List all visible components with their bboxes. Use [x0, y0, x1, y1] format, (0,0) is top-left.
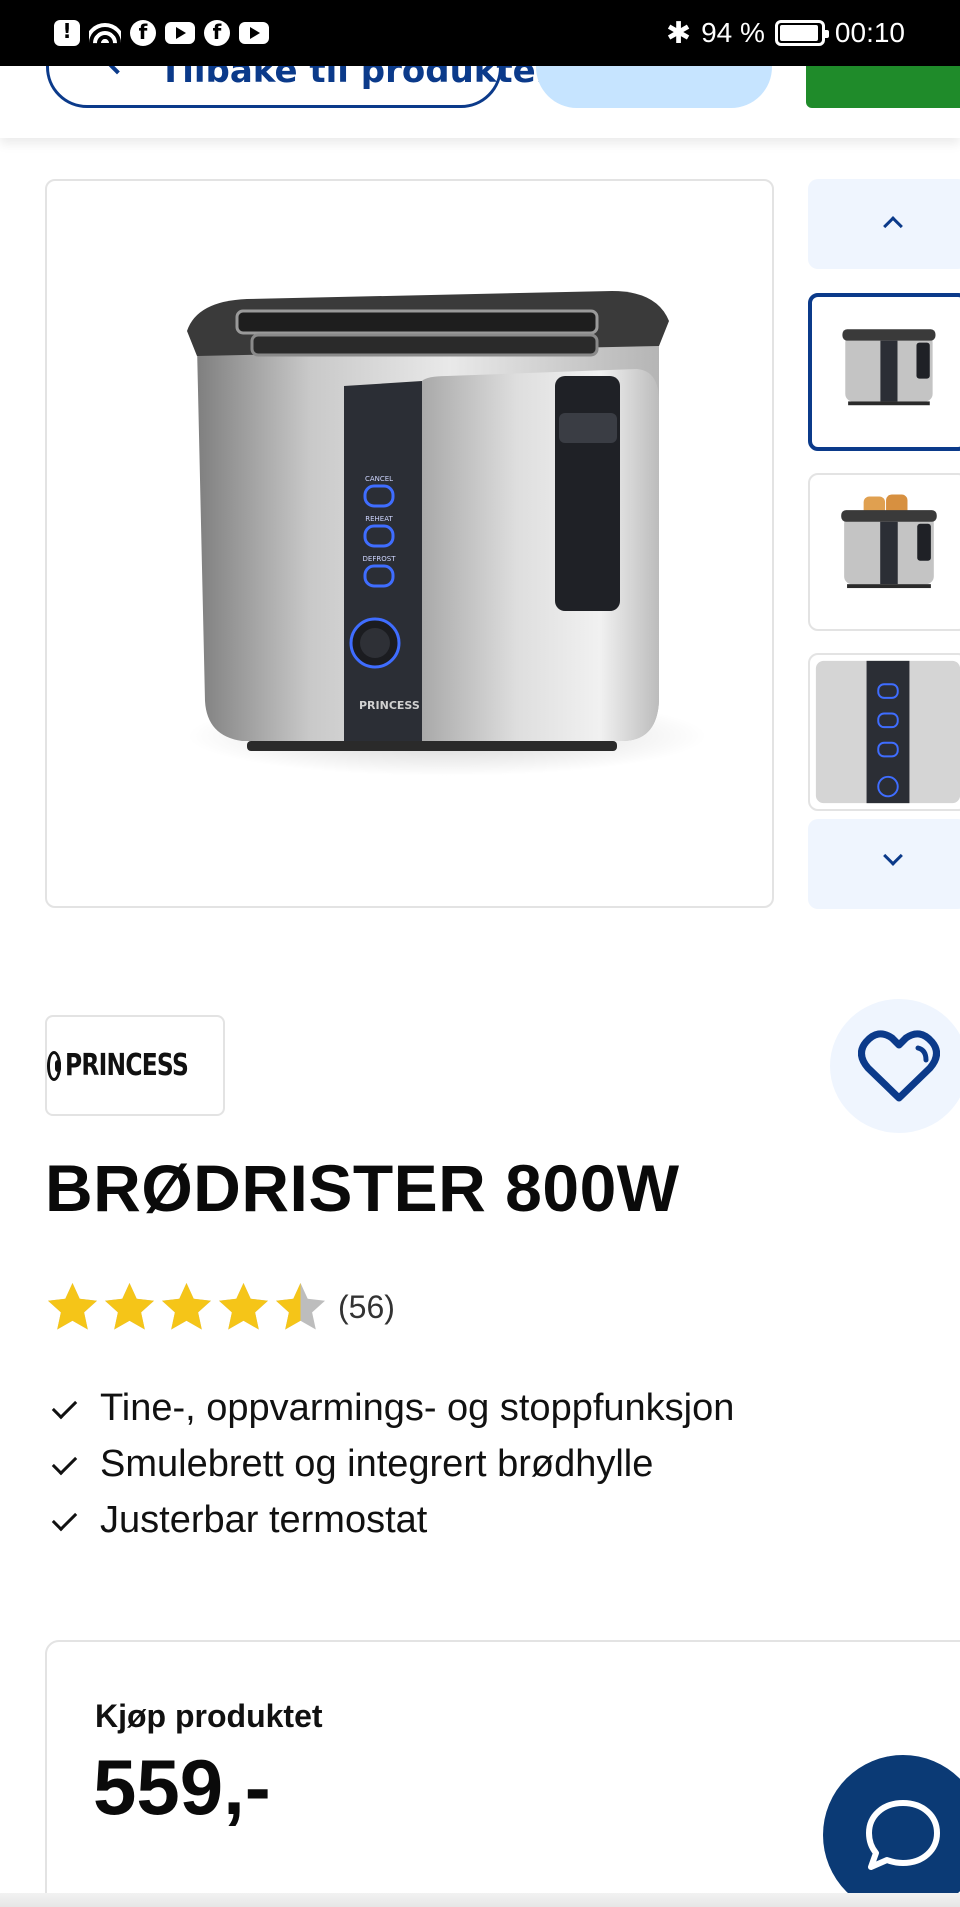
alert-icon: [54, 19, 80, 46]
thumbnail-toaster-bread-image: [841, 494, 937, 589]
facebook-icon: [204, 20, 230, 46]
rating-count: (56): [338, 1289, 395, 1325]
battery-fill: [779, 25, 818, 41]
heart-icon: [858, 1030, 940, 1102]
buy-card: Kjøp produktet 559,-: [45, 1640, 960, 1907]
feature-list: Tine-, oppvarmings- og stoppfunksjon Smu…: [50, 1380, 734, 1548]
chevron-down-icon: [883, 846, 903, 866]
toaster-illustration: CANCEL REHEAT DEFROST PRINCESS: [187, 291, 707, 776]
control-label-cancel: CANCEL: [365, 475, 393, 483]
youtube-icon: [239, 22, 269, 44]
star-icon: [105, 1283, 154, 1330]
sticky-nav: Tilbake til produkter: [0, 66, 960, 138]
nav-pill-button[interactable]: [536, 66, 772, 108]
chevron-left-icon: [105, 66, 129, 75]
buy-label: Kjøp produktet: [95, 1698, 323, 1734]
wifi-icon: [89, 19, 121, 47]
feature-text: Tine-, oppvarmings- og stoppfunksjon: [100, 1386, 735, 1429]
feature-text: Smulebrett og integrert brødhylle: [100, 1442, 654, 1485]
feature-text: Justerbar termostat: [100, 1498, 428, 1541]
status-bar: ✱ 94 % 00:10: [0, 0, 960, 66]
check-icon: [50, 1449, 80, 1479]
brand-logo[interactable]: PRINCESS: [45, 1015, 225, 1116]
product-page: ✱ 94 % 00:10 Tilbake til produkter: [0, 0, 960, 1907]
feature-item: Smulebrett og integrert brødhylle: [50, 1436, 734, 1492]
bottom-edge: [0, 1893, 960, 1907]
star-icon: [162, 1283, 211, 1330]
chevron-up-icon: [883, 216, 903, 236]
back-button-label: Tilbake til produkter: [159, 66, 553, 91]
star-icon: [48, 1283, 97, 1330]
thumbnail-2[interactable]: [808, 473, 960, 631]
battery-icon: [774, 20, 829, 46]
clock: 00:10: [834, 17, 905, 48]
price: 559,-: [93, 1743, 271, 1831]
thumbnail-3[interactable]: [808, 653, 960, 811]
thumbnail-1[interactable]: [808, 293, 960, 451]
status-right: ✱ 94 % 00:10: [666, 16, 905, 51]
thumbnail-controls-closeup-image: [815, 660, 960, 804]
bluetooth-icon: ✱: [665, 16, 692, 50]
check-icon: [50, 1393, 80, 1423]
star-icon: [276, 1283, 325, 1330]
star-icon: [219, 1283, 268, 1330]
chat-bubble-icon: [866, 1800, 940, 1870]
control-label-reheat: REHEAT: [365, 515, 393, 523]
product-title: BRØDRISTER 800W: [45, 1151, 680, 1225]
battery-percent: 94 %: [701, 17, 765, 48]
rating[interactable]: (56): [45, 1280, 395, 1335]
favorite-button[interactable]: [830, 999, 960, 1133]
thumbnail-toaster-image: [842, 329, 936, 406]
youtube-icon: [165, 22, 195, 44]
feature-item: Tine-, oppvarmings- og stoppfunksjon: [50, 1380, 734, 1436]
status-left-icons: [54, 19, 269, 47]
thumbnail-scroll-up-button[interactable]: [808, 179, 960, 269]
back-to-products-button[interactable]: Tilbake til produkter: [46, 66, 552, 108]
princess-crest-icon: [47, 1050, 62, 1081]
brand-name: PRINCESS: [65, 1048, 189, 1083]
control-label-defrost: DEFROST: [363, 555, 397, 563]
check-icon: [50, 1505, 80, 1535]
feature-item: Justerbar termostat: [50, 1492, 734, 1548]
nav-green-button[interactable]: [806, 66, 960, 108]
facebook-icon: [130, 20, 156, 46]
toaster-brand-label: PRINCESS: [359, 699, 420, 712]
thumbnail-scroll-down-button[interactable]: [808, 819, 960, 909]
main-product-image[interactable]: CANCEL REHEAT DEFROST PRINCESS: [45, 179, 774, 908]
